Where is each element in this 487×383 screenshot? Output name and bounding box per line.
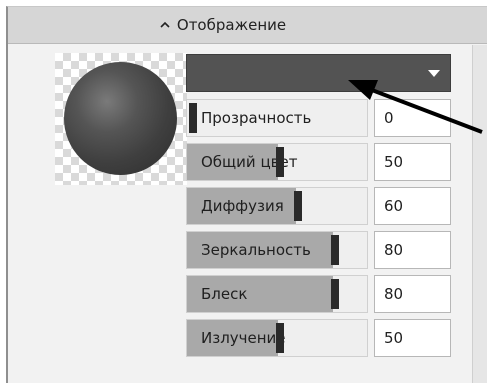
slider[interactable]: Общий цвет — [186, 143, 368, 181]
slider-thumb[interactable] — [331, 235, 339, 265]
value-input[interactable]: 80 — [374, 275, 451, 313]
section-header-display[interactable]: Отображение — [8, 7, 487, 44]
slider[interactable]: Излучение — [186, 319, 368, 357]
slider-thumb[interactable] — [294, 191, 302, 221]
chevron-up-icon — [160, 21, 170, 28]
slider-thumb[interactable] — [276, 147, 284, 177]
section-header-content: Отображение — [159, 16, 286, 34]
slider[interactable]: Зеркальность — [186, 231, 368, 269]
value-input[interactable]: 50 — [374, 143, 451, 181]
slider-label: Блеск — [201, 285, 248, 303]
slider-label: Зеркальность — [201, 241, 311, 259]
slider-thumb[interactable] — [189, 103, 197, 133]
material-preview — [55, 53, 187, 185]
slider-label: Прозрачность — [201, 109, 312, 127]
slider[interactable]: Диффузия — [186, 187, 368, 225]
section-title: Отображение — [176, 16, 287, 34]
slider-thumb[interactable] — [276, 323, 284, 353]
pointer-arrow-icon — [348, 80, 483, 134]
slider-label: Излучение — [201, 329, 286, 347]
sphere-preview-icon — [64, 62, 177, 175]
value-input[interactable]: 80 — [374, 231, 451, 269]
slider-label: Диффузия — [201, 197, 284, 215]
slider-thumb[interactable] — [331, 279, 339, 309]
slider[interactable]: Блеск — [186, 275, 368, 313]
value-input[interactable]: 60 — [374, 187, 451, 225]
value-input[interactable]: 50 — [374, 319, 451, 357]
